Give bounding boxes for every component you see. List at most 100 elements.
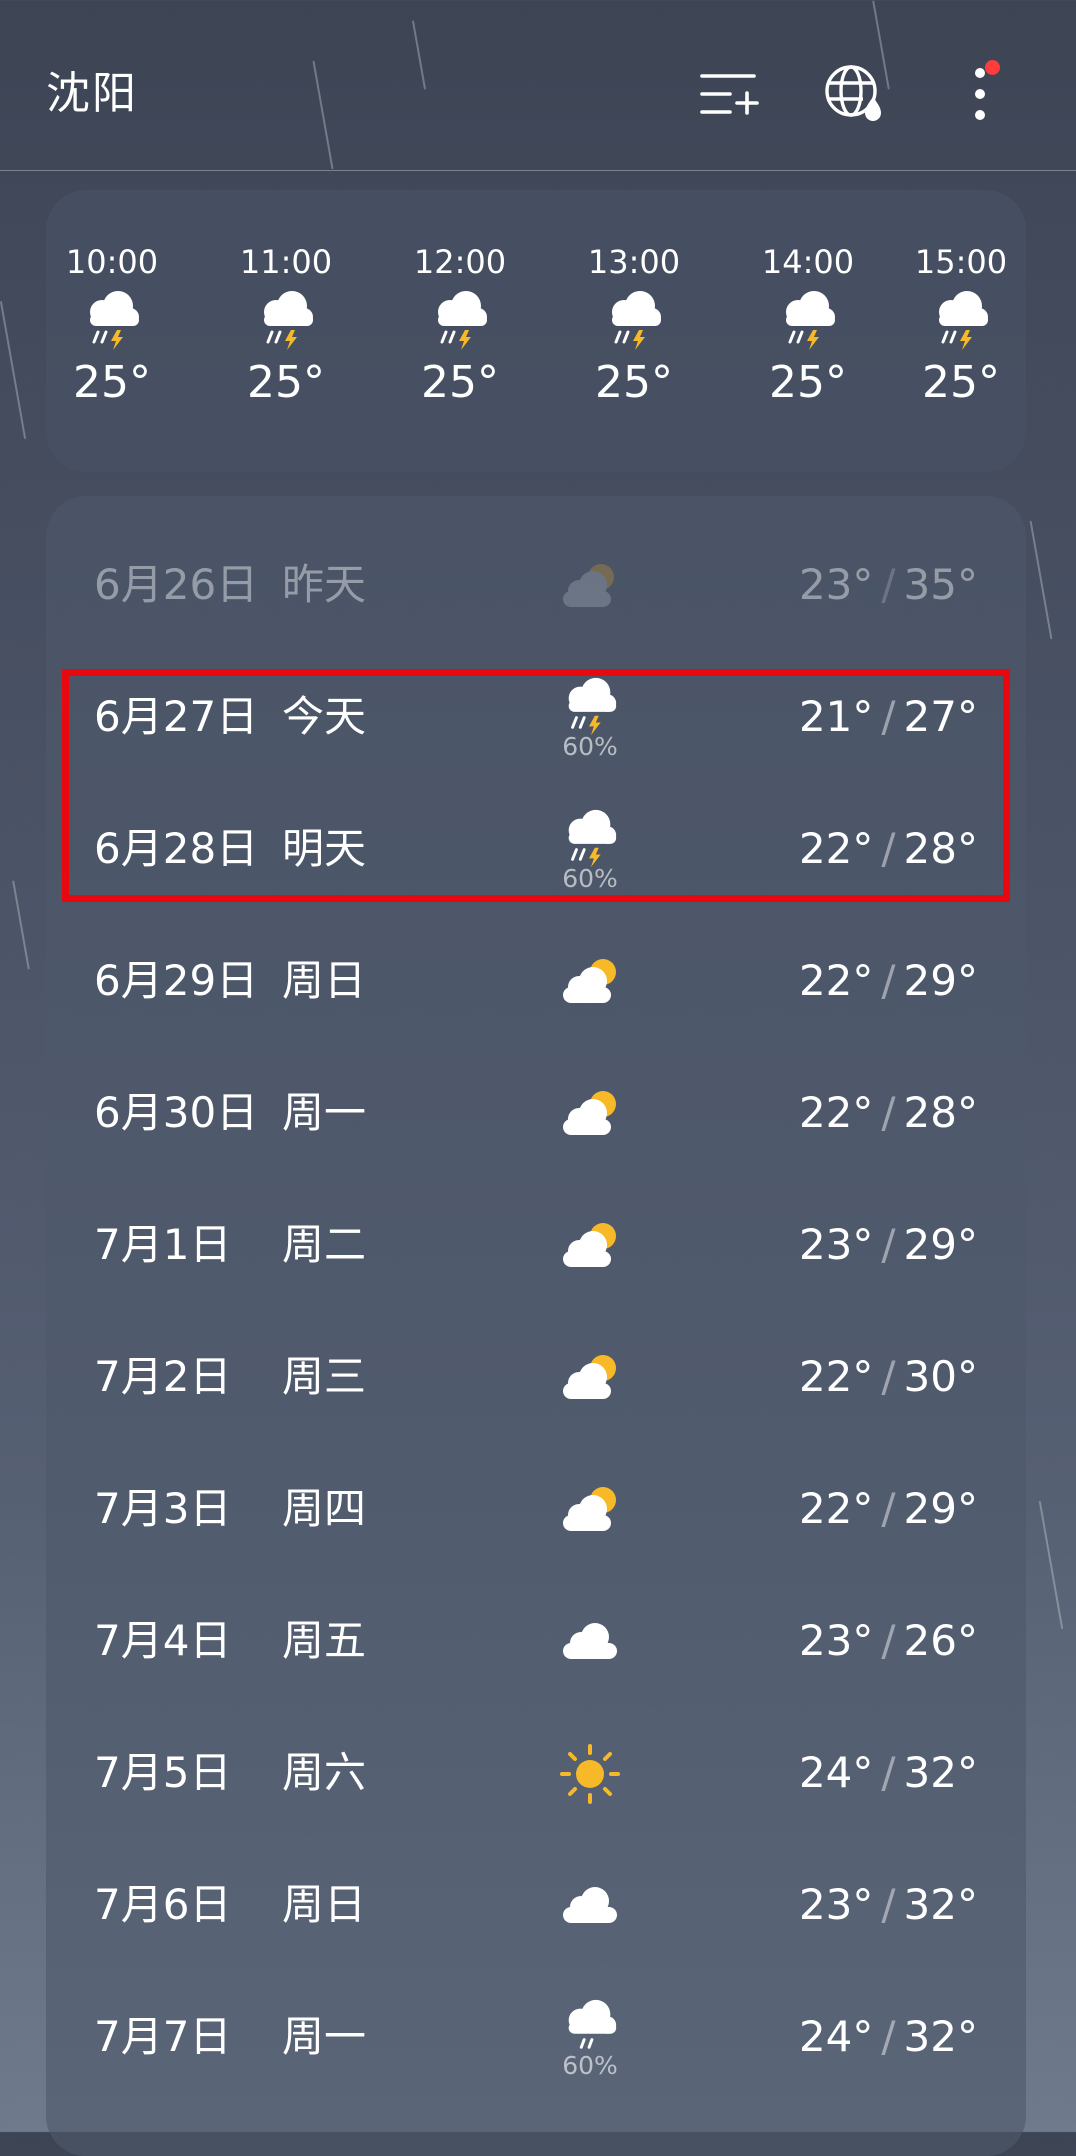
hour-temp: 25° <box>769 357 847 408</box>
more-menu-button[interactable] <box>948 60 1012 126</box>
temp-low: 23° <box>798 560 874 609</box>
temp-separator: / <box>881 560 896 609</box>
sunny-icon <box>560 1744 620 1804</box>
hour-time: 14:00 <box>761 243 855 281</box>
temp-low: 22° <box>798 956 874 1005</box>
daily-row[interactable]: 7月4日 周五 23°/26° <box>46 1576 1026 1708</box>
row-temps: 22°/29° <box>799 1482 978 1536</box>
temp-high: 32° <box>903 1748 978 1797</box>
row-temps: 22°/28° <box>799 1086 978 1140</box>
row-temps: 24°/32° <box>799 1746 978 1800</box>
hour-temp: 25° <box>922 357 1000 408</box>
row-temps: 22°/29° <box>799 954 978 1008</box>
city-name[interactable]: 沈阳 <box>46 68 138 120</box>
rain-streak <box>12 880 30 970</box>
row-day: 昨天 <box>282 560 367 609</box>
temp-high: 29° <box>903 1484 978 1533</box>
temp-low: 24° <box>798 2012 874 2061</box>
hour-time: 12:00 <box>413 243 507 281</box>
rain-streak <box>1038 1500 1064 1630</box>
manage-cities-button[interactable] <box>698 62 762 126</box>
row-date: 7月2日 <box>94 1352 232 1401</box>
row-date: 6月29日 <box>94 956 259 1005</box>
partly-cloudy-icon <box>563 1091 616 1135</box>
hour-temp: 25° <box>421 357 499 408</box>
temp-separator: / <box>881 1616 896 1665</box>
row-date: 6月26日 <box>94 560 259 609</box>
more-vertical-icon <box>975 68 985 120</box>
thunderstorm-icon <box>939 291 988 350</box>
temp-low: 23° <box>798 1616 874 1665</box>
hour-temp: 25° <box>595 357 673 408</box>
partly-cloudy-icon <box>563 1487 616 1531</box>
rain-icon <box>568 1999 617 2049</box>
daily-row-yesterday[interactable]: 6月26日 昨天 23°/35° <box>46 520 1026 652</box>
thunderstorm-icon <box>90 291 139 350</box>
row-temps: 22°/30° <box>799 1350 978 1404</box>
temp-low: 23° <box>798 1880 874 1929</box>
row-temps: 24°/32° <box>799 2010 978 2064</box>
daily-row[interactable]: 7月1日 周二 23°/29° <box>46 1180 1026 1312</box>
hourly-item: 12:00 25° <box>395 242 525 406</box>
list-add-icon <box>700 74 759 115</box>
temp-low: 22° <box>798 1352 874 1401</box>
row-date: 7月6日 <box>94 1880 232 1929</box>
partly-cloudy-icon <box>563 959 616 1003</box>
cloudy-icon <box>563 1623 617 1659</box>
temp-separator: / <box>881 1088 896 1137</box>
temp-separator: / <box>881 1484 896 1533</box>
thunderstorm-icon <box>786 291 835 350</box>
precip-probability: 60% <box>562 2051 618 2080</box>
hour-temp: 25° <box>247 357 325 408</box>
temp-separator: / <box>881 956 896 1005</box>
row-date: 7月4日 <box>94 1616 232 1665</box>
temp-high: 28° <box>903 1088 978 1137</box>
temp-low: 22° <box>798 1088 874 1137</box>
daily-row[interactable]: 7月2日 周三 22°/30° <box>46 1312 1026 1444</box>
row-temps: 23°/26° <box>799 1614 978 1668</box>
daily-row[interactable]: 7月3日 周四 22°/29° <box>46 1444 1026 1576</box>
row-day: 周二 <box>282 1220 367 1269</box>
hour-temp: 25° <box>73 357 151 408</box>
temp-high: 29° <box>903 956 978 1005</box>
hourly-item: 13:00 25° <box>569 242 699 406</box>
row-day: 周三 <box>282 1352 367 1401</box>
row-temps: 23°/29° <box>799 1218 978 1272</box>
row-date: 7月7日 <box>94 2012 232 2061</box>
hour-time: 10:00 <box>65 243 159 281</box>
row-day: 周日 <box>282 956 367 1005</box>
daily-row[interactable]: 7月5日 周六 24°/32° <box>46 1708 1026 1840</box>
row-temps: 23°/35° <box>799 558 978 612</box>
globe-icon <box>825 65 881 121</box>
temp-separator: / <box>881 1352 896 1401</box>
app-header: 沈阳 <box>0 0 1076 171</box>
daily-row[interactable]: 6月29日 周日 22°/29° <box>46 916 1026 1048</box>
temp-separator: / <box>881 2012 896 2061</box>
partly-cloudy-icon <box>563 1223 616 1267</box>
row-date: 7月5日 <box>94 1748 232 1797</box>
daily-row[interactable]: 6月30日 周一 22°/28° <box>46 1048 1026 1180</box>
row-date: 6月30日 <box>94 1088 259 1137</box>
temp-high: 32° <box>903 2012 978 2061</box>
hourly-forecast-card[interactable]: 10:00 25° 11:00 25° 12:00 25° 13:00 25° … <box>46 190 1026 472</box>
globe-button[interactable] <box>822 62 886 126</box>
daily-row[interactable]: 7月7日 周一 60% 24°/32° <box>46 1972 1026 2104</box>
hour-time: 15:00 <box>914 243 1008 281</box>
temp-high: 29° <box>903 1220 978 1269</box>
hour-time: 13:00 <box>587 243 681 281</box>
thunderstorm-icon <box>264 291 313 350</box>
highlight-box <box>62 669 1010 902</box>
row-day: 周四 <box>282 1484 367 1533</box>
row-date: 7月1日 <box>94 1220 232 1269</box>
rain-streak <box>0 300 27 440</box>
thunderstorm-icon <box>438 291 487 350</box>
row-day: 周一 <box>282 1088 367 1137</box>
rain-streak <box>1029 520 1053 640</box>
temp-low: 22° <box>798 1484 874 1533</box>
partly-cloudy-icon <box>563 1355 616 1399</box>
daily-row[interactable]: 7月6日 周日 23°/32° <box>46 1840 1026 1972</box>
temp-separator: / <box>881 1748 896 1797</box>
temp-low: 23° <box>798 1220 874 1269</box>
row-temps: 23°/32° <box>799 1878 978 1932</box>
temp-separator: / <box>881 1880 896 1929</box>
